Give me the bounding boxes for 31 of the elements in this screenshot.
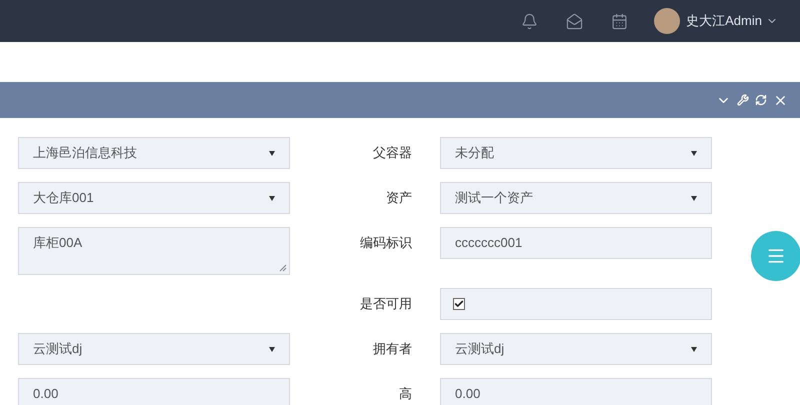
checkbox[interactable] xyxy=(453,298,465,310)
input-field[interactable]: ccccccc001 xyxy=(440,227,712,259)
resize-grip-icon xyxy=(279,264,287,272)
refresh-icon[interactable] xyxy=(755,94,767,106)
dropdown-caret-icon xyxy=(691,346,697,352)
select-field[interactable]: 大仓库001 xyxy=(18,182,290,214)
text-area[interactable]: 库柜00A xyxy=(18,227,290,275)
input-field[interactable]: 0.00 xyxy=(440,378,712,405)
field-label: 拥有者 xyxy=(373,340,412,358)
user-name[interactable]: 史大江Admin xyxy=(686,11,762,31)
dropdown-caret-icon xyxy=(691,196,697,200)
wrench-icon[interactable] xyxy=(737,94,749,106)
dropdown-caret-icon xyxy=(269,150,275,156)
field-label: 高 xyxy=(399,385,412,404)
input-field[interactable]: 0.00 xyxy=(18,378,290,405)
select-field[interactable]: 上海邑泊信息科技 xyxy=(18,137,290,169)
envelope-icon[interactable] xyxy=(566,12,584,30)
field-label: 编码标识 xyxy=(360,234,412,252)
dropdown-caret-icon xyxy=(691,150,697,156)
select-field[interactable]: 测试一个资产 xyxy=(440,182,712,214)
select-field[interactable]: 云测试dj xyxy=(440,333,712,365)
avatar[interactable] xyxy=(654,8,680,34)
calendar-icon[interactable] xyxy=(611,12,628,30)
bell-icon[interactable] xyxy=(521,12,538,30)
field-label: 父容器 xyxy=(373,144,412,162)
select-field[interactable]: 未分配 xyxy=(440,137,712,169)
field-label: 是否可用 xyxy=(360,295,412,314)
select-field[interactable]: 云测试dj xyxy=(18,333,290,365)
dropdown-caret-icon xyxy=(269,196,275,200)
field-label: 资产 xyxy=(386,189,412,208)
dropdown-caret-icon xyxy=(269,346,275,352)
